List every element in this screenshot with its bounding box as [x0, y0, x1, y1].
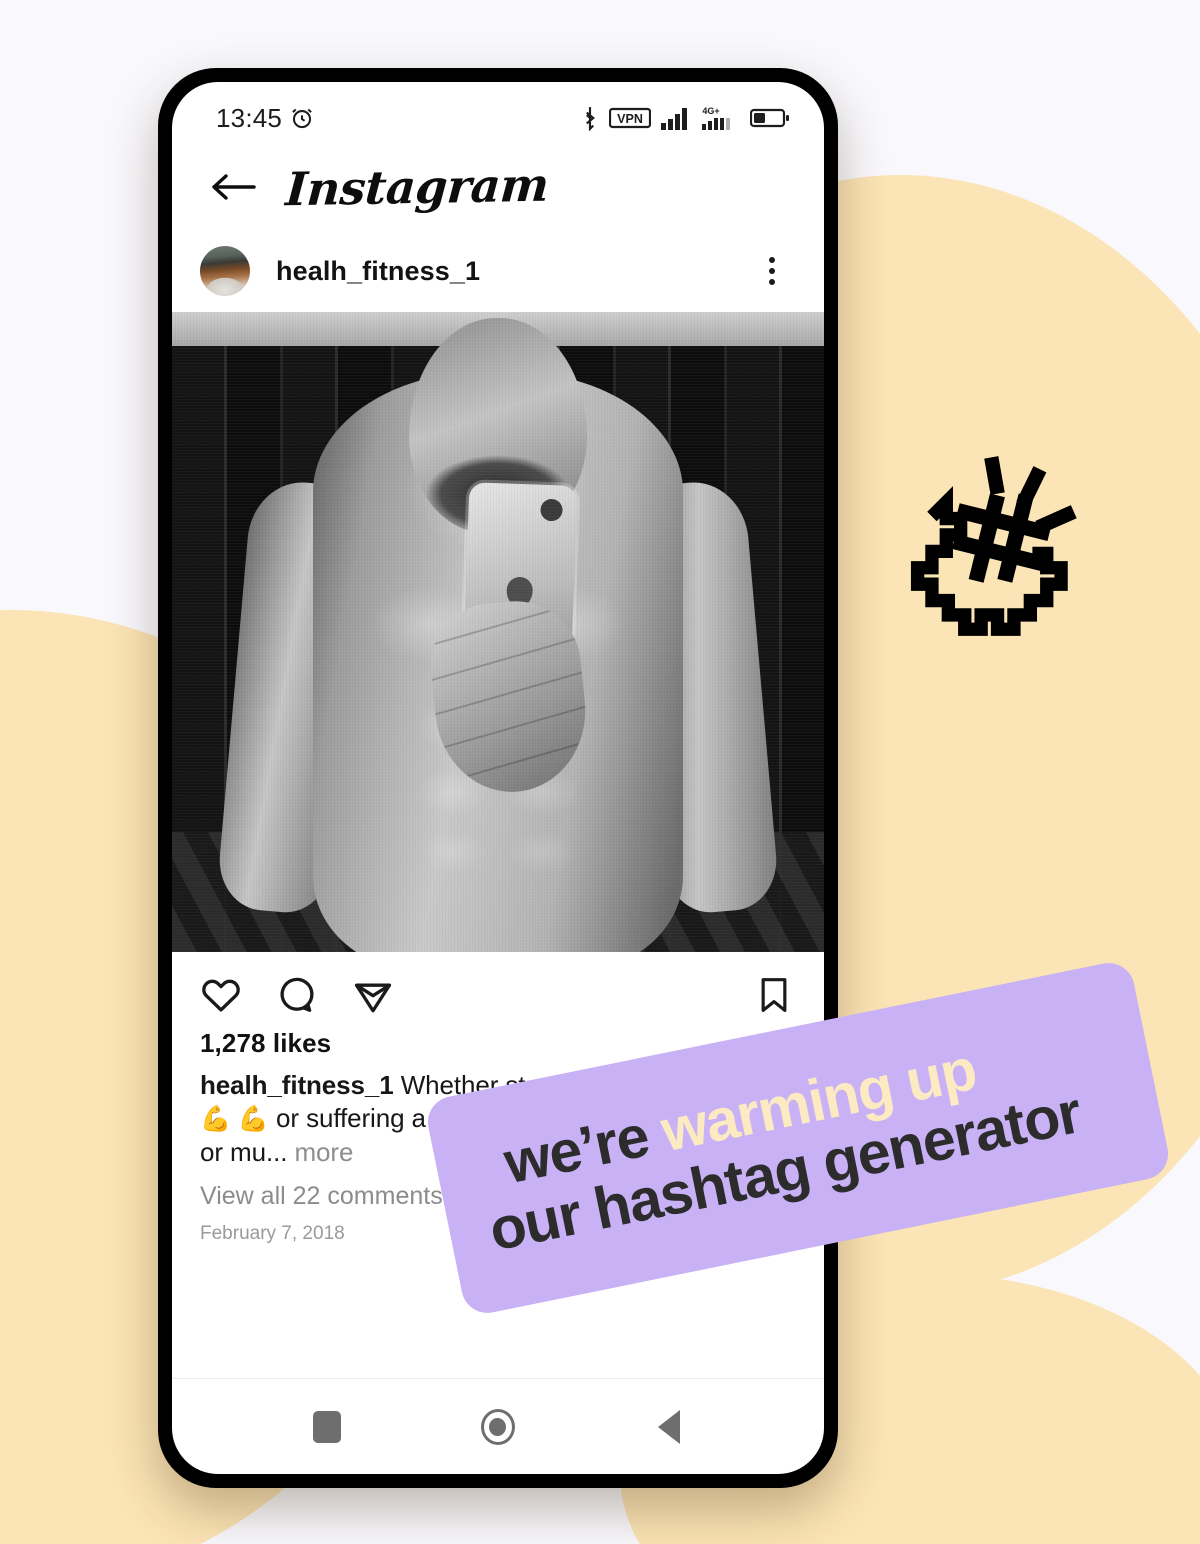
instagram-wordmark: Instagram [283, 157, 551, 217]
photo-torso [313, 318, 683, 952]
caption-emoji: 💪 💪 [200, 1105, 269, 1134]
bluetooth-icon [586, 107, 595, 131]
signal-bars-icon [661, 108, 687, 130]
hashtag-burst-icon [893, 455, 1098, 660]
back-button[interactable] [206, 160, 260, 214]
photo-phone-camera [540, 498, 564, 522]
status-bar-left: 13:45 [216, 103, 315, 134]
comment-bubble-icon[interactable] [276, 974, 318, 1016]
more-vertical-icon[interactable] [750, 249, 794, 293]
app-bar: Instagram [172, 144, 824, 230]
avatar[interactable] [200, 246, 250, 296]
alarm-clock-icon [292, 108, 312, 129]
svg-text:VPN: VPN [617, 112, 643, 126]
caption-username[interactable]: healh_fitness_1 [200, 1070, 394, 1100]
circle-home-icon[interactable] [467, 1396, 529, 1458]
post-username[interactable]: healh_fitness_1 [276, 256, 480, 287]
status-bar: 13:45 VPN 4G+ [172, 82, 824, 144]
signal-bars-4g-icon: 4G+ [702, 106, 730, 130]
battery-icon [750, 108, 789, 128]
android-nav-bar [172, 1378, 824, 1474]
heart-icon[interactable] [200, 974, 242, 1016]
bookmark-icon[interactable] [754, 974, 794, 1016]
status-time: 13:45 [216, 102, 283, 133]
arrow-left-icon [212, 174, 256, 200]
triangle-back-icon[interactable] [638, 1396, 700, 1458]
svg-text:4G+: 4G+ [702, 106, 719, 116]
square-recents-icon[interactable] [296, 1396, 358, 1458]
post-header: healh_fitness_1 [172, 230, 824, 312]
post-photo[interactable] [172, 312, 824, 952]
vpn-badge: VPN [609, 107, 651, 129]
caption-more-link[interactable]: more [287, 1137, 353, 1167]
post-actions [172, 952, 824, 1022]
status-bar-right: VPN 4G+ [580, 105, 790, 131]
paper-plane-icon[interactable] [352, 974, 394, 1016]
